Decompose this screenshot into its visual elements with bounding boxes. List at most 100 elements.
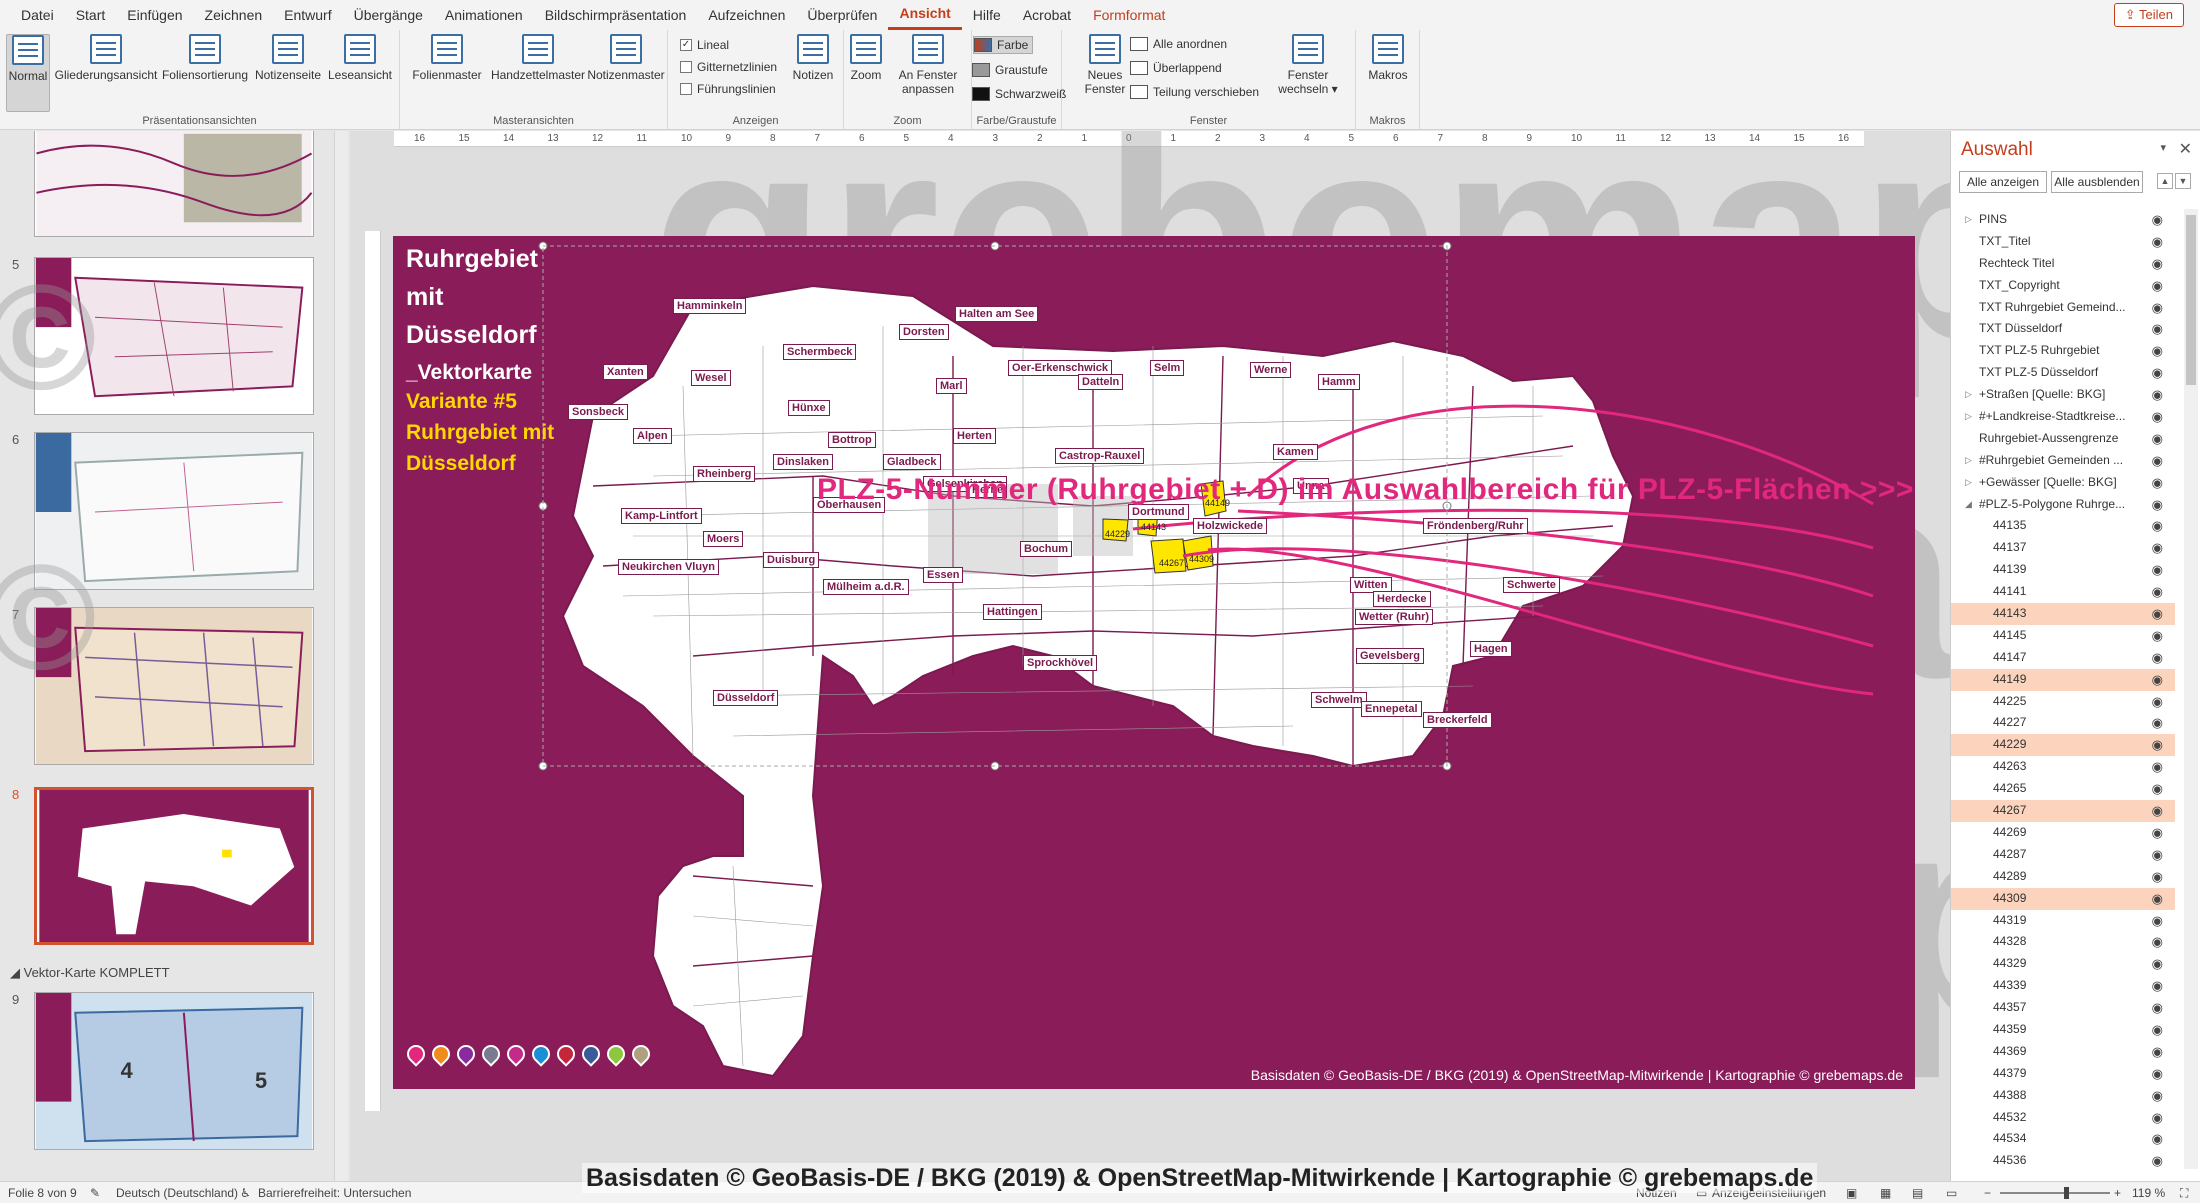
city-label[interactable]: Hagen [1470, 641, 1512, 657]
map-pin-icon[interactable] [553, 1041, 579, 1075]
visibility-eye-icon[interactable]: ◉ [2152, 734, 2163, 756]
city-label[interactable]: Werne [1250, 362, 1292, 378]
gridlines-checkbox[interactable]: Gitternetzlinien [680, 60, 777, 74]
city-label[interactable]: Alpen [633, 428, 672, 444]
arrange-all-button[interactable]: Alle anordnen [1130, 37, 1227, 51]
selection-item[interactable]: TXT_Copyright ◉ [1951, 275, 2175, 297]
reading-view-button[interactable]: Leseansicht [326, 34, 394, 82]
visibility-eye-icon[interactable]: ◉ [2152, 275, 2163, 297]
cascade-button[interactable]: Überlappend [1130, 61, 1222, 75]
zoom-in-icon[interactable]: + [2114, 1186, 2121, 1200]
slide-title-line[interactable]: Düsseldorf [406, 318, 537, 352]
slide-sorter-button[interactable]: Foliensortierung [160, 34, 250, 82]
visibility-eye-icon[interactable]: ◉ [2152, 844, 2163, 866]
visibility-eye-icon[interactable]: ◉ [2152, 1063, 2163, 1085]
visibility-eye-icon[interactable]: ◉ [2152, 253, 2163, 275]
selection-item[interactable]: 44287 ◉ [1951, 844, 2175, 866]
selection-item[interactable]: TXT PLZ-5 Düsseldorf ◉ [1951, 362, 2175, 384]
map-pin-icon[interactable] [628, 1041, 654, 1075]
visibility-eye-icon[interactable]: ◉ [2152, 384, 2163, 406]
fit-slide-icon[interactable]: ⛶ [2180, 1186, 2188, 1201]
city-label[interactable]: Selm [1150, 360, 1185, 376]
city-label[interactable]: Bottrop [828, 432, 876, 448]
visibility-eye-icon[interactable]: ◉ [2152, 1107, 2163, 1129]
new-window-button[interactable]: Neues Fenster [1084, 34, 1126, 96]
slide-thumbnail-6[interactable] [34, 432, 314, 590]
selection-item[interactable]: 44357 ◉ [1951, 997, 2175, 1019]
selection-item[interactable]: 44328 ◉ [1951, 931, 2175, 953]
zoom-button[interactable]: Zoom [848, 34, 884, 82]
selection-item[interactable]: 44145 ◉ [1951, 625, 2175, 647]
city-label[interactable]: Kamp-Lintfort [621, 508, 702, 524]
black-white-button[interactable]: Schwarzweiß [972, 87, 1066, 101]
city-label[interactable]: Sonsbeck [568, 404, 628, 420]
city-label[interactable]: Duisburg [763, 552, 820, 568]
city-label[interactable]: Castrop-Rauxel [1055, 448, 1145, 464]
slide-title-line[interactable]: mit [406, 280, 444, 314]
menu-item[interactable]: Datei [10, 0, 65, 30]
city-label[interactable]: Hattingen [983, 604, 1042, 620]
menu-item[interactable]: Hilfe [962, 0, 1012, 30]
visibility-eye-icon[interactable]: ◉ [2152, 362, 2163, 384]
selection-item[interactable]: Ruhrgebiet-Aussengrenze ◉ [1951, 428, 2175, 450]
collapse-icon[interactable]: ◢ [1965, 494, 1972, 516]
menu-item[interactable]: Einfügen [116, 0, 193, 30]
zoom-level[interactable]: 119 % [2132, 1186, 2165, 1200]
selection-item[interactable]: 44263 ◉ [1951, 756, 2175, 778]
selection-item[interactable]: 44227 ◉ [1951, 712, 2175, 734]
city-label[interactable]: Schwerte [1503, 577, 1560, 593]
send-backward-arrow-icon[interactable]: ▼ [2175, 173, 2191, 189]
city-label[interactable]: Herten [953, 428, 996, 444]
selection-item[interactable]: 44229 ◉ [1951, 734, 2175, 757]
selection-item[interactable]: ▷ #Ruhrgebiet Gemeinden ... ◉ [1951, 450, 2175, 472]
visibility-eye-icon[interactable]: ◉ [2152, 450, 2163, 472]
selection-item[interactable]: 44379 ◉ [1951, 1063, 2175, 1085]
city-label[interactable]: Moers [703, 531, 744, 547]
city-label[interactable]: Hünxe [788, 400, 830, 416]
visibility-eye-icon[interactable]: ◉ [2152, 866, 2163, 888]
fit-to-window-button[interactable]: An Fenster anpassen [888, 34, 968, 96]
bring-forward-arrow-icon[interactable]: ▲ [2157, 173, 2173, 189]
expand-icon[interactable]: ▷ [1965, 406, 1972, 428]
slide-thumbnail-9[interactable]: 45 [34, 992, 314, 1150]
visibility-eye-icon[interactable]: ◉ [2152, 1019, 2163, 1041]
city-label[interactable]: Hamm [1318, 374, 1360, 390]
thumbnail-scrollbar[interactable] [334, 131, 348, 1181]
slide-subtitle-line[interactable]: Variante #5 [406, 386, 517, 417]
visibility-eye-icon[interactable]: ◉ [2152, 231, 2163, 253]
normal-view-status-icon[interactable]: ▣ [1846, 1186, 1857, 1200]
selection-item[interactable]: 44319 ◉ [1951, 910, 2175, 932]
visibility-eye-icon[interactable]: ◉ [2152, 975, 2163, 997]
visibility-eye-icon[interactable]: ◉ [2152, 428, 2163, 450]
visibility-eye-icon[interactable]: ◉ [2152, 1041, 2163, 1063]
selection-item[interactable]: 44532 ◉ [1951, 1107, 2175, 1129]
visibility-eye-icon[interactable]: ◉ [2152, 1128, 2163, 1150]
city-label[interactable]: Schermbeck [783, 344, 857, 360]
slide-master-button[interactable]: Folienmaster [406, 34, 488, 82]
visibility-eye-icon[interactable]: ◉ [2152, 559, 2163, 581]
selection-item[interactable]: 44329 ◉ [1951, 953, 2175, 975]
menu-item[interactable]: Acrobat [1012, 0, 1082, 30]
city-label[interactable]: Halten am See [955, 306, 1039, 322]
zoom-slider-thumb[interactable] [2064, 1187, 2069, 1199]
city-label[interactable]: Ennepetal [1361, 701, 1422, 717]
visibility-eye-icon[interactable]: ◉ [2152, 931, 2163, 953]
selection-item[interactable]: TXT PLZ-5 Ruhrgebiet ◉ [1951, 340, 2175, 362]
selection-item[interactable]: 44388 ◉ [1951, 1085, 2175, 1107]
visibility-eye-icon[interactable]: ◉ [2152, 209, 2163, 231]
ruler-checkbox[interactable]: ✓ Lineal [680, 38, 729, 52]
zoom-slider[interactable] [2000, 1192, 2110, 1194]
selection-item[interactable]: ▷ +Gewässer [Quelle: BKG] ◉ [1951, 472, 2175, 494]
selection-item[interactable]: 44225 ◉ [1951, 691, 2175, 713]
visibility-eye-icon[interactable]: ◉ [2152, 910, 2163, 932]
city-label[interactable]: Neukirchen Vluyn [618, 559, 719, 575]
selection-item[interactable]: 44339 ◉ [1951, 975, 2175, 997]
visibility-eye-icon[interactable]: ◉ [2152, 756, 2163, 778]
menu-item[interactable]: Aufzeichnen [697, 0, 796, 30]
selection-item[interactable]: 44289 ◉ [1951, 866, 2175, 888]
visibility-eye-icon[interactable]: ◉ [2152, 297, 2163, 319]
selection-item[interactable]: 44137 ◉ [1951, 537, 2175, 559]
accessibility-status[interactable]: Barrierefreiheit: Untersuchen [258, 1186, 411, 1200]
slide-thumbnail-7[interactable] [34, 607, 314, 765]
menu-item[interactable]: Start [65, 0, 117, 30]
